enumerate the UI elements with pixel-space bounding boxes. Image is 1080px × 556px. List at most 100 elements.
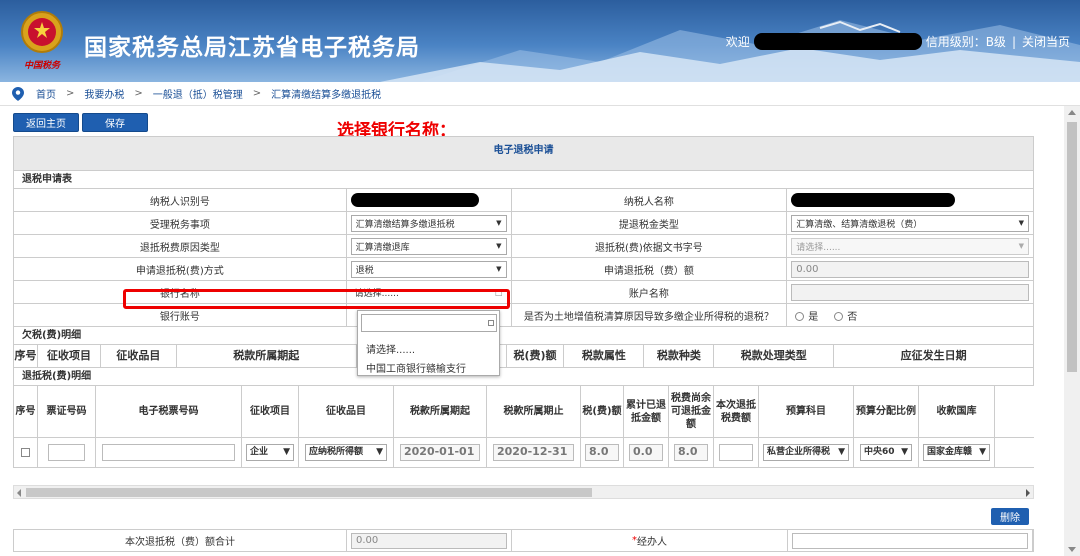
dropdown-arrow-icon: ▼ [1018,242,1024,250]
column-header: 税款所属期起 [177,345,357,367]
cell [38,438,96,467]
radio-no[interactable]: 否 [834,308,857,323]
form-row: 受理税务事项 汇算清缴结算多缴退抵税 ▼ 提退税金类型 汇算清缴、结算清缴退税（费… [13,212,1034,235]
refund-method-select[interactable]: 退税 ▼ [350,260,507,278]
amount-input[interactable]: 8.0 [585,444,619,461]
field-cell [787,281,1034,303]
e-ticket-input[interactable] [102,444,235,461]
select-value: 国家金库赣 [927,446,973,457]
refund-amount-input[interactable]: 0.00 [791,260,1029,278]
column-header: 征收品目 [299,386,394,437]
column-header: 收款国库 [919,386,995,437]
save-button[interactable]: 保存 [82,113,148,132]
levy-item-select[interactable]: 企业 ▼ [246,444,294,461]
field-cell: 请选择...... ▼ [787,235,1034,257]
bank-search-input[interactable] [361,314,497,332]
cell: 0.0 [624,438,669,467]
breadcrumb-arrow: > [252,88,262,99]
column-header: 序号 [14,386,38,437]
form-title: 电子退税申请 [13,136,1034,171]
breadcrumb-tax[interactable]: 我要办税 [84,86,124,101]
radio-label: 是 [808,311,819,323]
dropdown-arrow-icon: ▼ [838,446,845,457]
credit-level: 信用级别：B级 [925,35,1006,49]
handler-text: 经办人 [637,537,667,548]
refunded-input[interactable]: 0.0 [629,444,663,461]
select-value: 中央60 [864,446,895,457]
column-header: 预算分配比例 [854,386,919,437]
treasury-select[interactable]: 国家金库赣 ▼ [923,444,990,461]
redacted-taxpayer-name [791,193,956,207]
select-value: 应纳税所得额 [309,446,364,457]
separator: | [1011,34,1016,49]
select-value: 汇算清缴、结算清缴退税（费） [796,219,923,230]
vertical-scrollbar[interactable] [1064,106,1080,556]
column-header: 电子税票号码 [96,386,242,437]
scroll-left-icon[interactable] [17,489,21,497]
period-end-input[interactable]: 2020-12-31 [493,444,574,461]
horizontal-scrollbar[interactable] [13,485,1034,499]
reason-type-select[interactable]: 汇算清缴退库 ▼ [350,237,507,255]
close-page-link[interactable]: 关闭当页 [1022,33,1070,50]
column-header: 应征发生日期 [834,345,1034,367]
emblem-caption: 中国税务 [24,61,61,71]
location-pin-icon [12,86,24,101]
radio-options: 是 否 [791,308,857,323]
breadcrumb: 首页 > 我要办税 > 一般退（抵）税管理 > 汇算清缴结算多缴退抵税 [0,82,1080,106]
column-header: 票证号码 [38,386,96,437]
field-label: 退抵税费原因类型 [14,235,347,257]
field-label: 纳税人识别号 [14,189,347,211]
period-start-input[interactable]: 2020-01-01 [400,444,480,461]
scroll-right-icon[interactable] [1026,489,1030,497]
breadcrumb-home[interactable]: 首页 [36,86,56,101]
cell: 2020-12-31 [487,438,581,467]
cell: 国家金库赣 ▼ [919,438,995,467]
cell: 私营企业所得税 ▼ [759,438,854,467]
cell: 中央60 ▼ [854,438,919,467]
arrears-header: 序号 征收项目 征收品目 税款所属期起 期限 税(费)额 税款属性 税款种类 税… [13,345,1034,368]
remaining-input[interactable]: 8.0 [674,444,708,461]
document-number-select[interactable]: 请选择...... ▼ [791,237,1029,255]
field-cell: 汇算清缴退库 ▼ [347,235,512,257]
column-header: 序号 [14,345,38,367]
refund-type-select[interactable]: 汇算清缴、结算清缴退税（费） ▼ [791,214,1029,232]
tax-matter-select[interactable]: 汇算清缴结算多缴退抵税 ▼ [350,214,507,232]
ratio-select[interactable]: 中央60 ▼ [860,444,912,461]
delete-button[interactable]: 删除 [991,508,1029,525]
section-arrears: 欠税(费)明细 [13,327,1034,345]
scroll-thumb[interactable] [26,488,592,497]
row-checkbox[interactable] [21,448,30,457]
section-application: 退税申请表 [13,171,1034,189]
column-header: 税(费)额 [507,345,565,367]
dropdown-toggle-icon[interactable] [488,320,494,326]
scroll-thumb[interactable] [1067,122,1077,372]
back-home-button[interactable]: 返回主页 [13,113,79,132]
bank-name-highlight [123,289,510,309]
radio-yes[interactable]: 是 [795,308,818,323]
ticket-number-input[interactable] [48,444,85,461]
dropdown-option[interactable]: 中国工商银行赣榆支行 [366,360,466,375]
breadcrumb-current: 汇算清缴结算多缴退抵税 [271,90,382,101]
field-label: 受理税务事项 [14,212,347,234]
tax-emblem-icon [21,11,63,53]
dropdown-arrow-icon: ▼ [979,446,986,457]
taxpayer-name-value [787,189,1034,211]
field-label: 申请退抵税(费)方式 [14,258,347,280]
this-refund-input[interactable] [719,444,753,461]
breadcrumb-refund-mgmt[interactable]: 一般退（抵）税管理 [153,86,243,101]
scroll-up-icon[interactable] [1068,110,1076,115]
field-label: 提退税金类型 [511,212,788,234]
account-name-input[interactable] [791,283,1029,301]
handler-input[interactable] [792,532,1028,549]
dropdown-option[interactable]: 请选择...... [366,341,415,356]
totals-row: 本次退抵税（费）额合计 0.00 * 经办人 [13,529,1034,552]
field-label: 申请退抵税（费）额 [511,258,788,280]
field-cell: 退税 ▼ [347,258,512,280]
levy-category-select[interactable]: 应纳税所得额 ▼ [305,444,387,461]
budget-select[interactable]: 私营企业所得税 ▼ [763,444,849,461]
scroll-down-icon[interactable] [1068,547,1076,552]
field-cell: 0.00 [787,258,1034,280]
column-header: 征收项目 [242,386,299,437]
totals-input[interactable]: 0.00 [351,532,507,549]
column-header: 税款属性 [564,345,645,367]
